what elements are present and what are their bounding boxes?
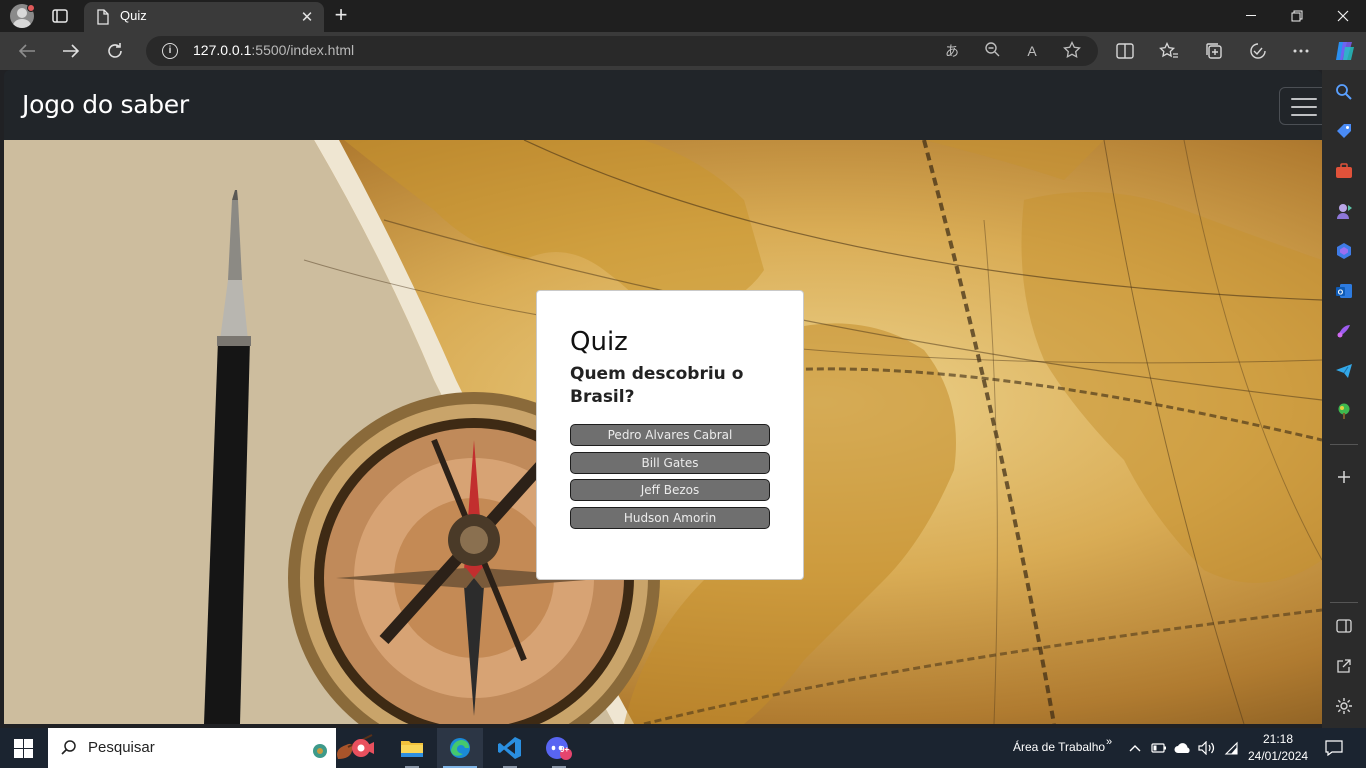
notifications-icon[interactable] [1324,740,1344,756]
sidebar-panel-icon[interactable] [1334,616,1354,636]
profile-notification-dot [27,4,35,12]
browser-essentials-icon[interactable] [1247,40,1269,62]
quiz-question: Quem descobriu o Brasil? [570,364,744,407]
tools-briefcase-icon[interactable] [1334,161,1354,181]
favorite-star-icon[interactable] [1062,40,1082,61]
translate-icon[interactable]: あ [942,41,962,61]
volume-icon[interactable] [1198,740,1216,756]
tab-title: Quiz [120,8,147,23]
search-placeholder: Pesquisar [88,739,155,756]
clock-time[interactable]: 21:18 [1263,732,1293,746]
answer-button[interactable]: Pedro Alvares Cabral [570,424,770,446]
show-hidden-icons-icon[interactable] [1126,740,1144,756]
toolbar-chevron-icon[interactable]: » [1106,736,1112,748]
add-sidebar-app-icon[interactable] [1334,467,1354,487]
url-text: 127.0.0.1:5500/index.html [193,42,355,58]
quiz-card: Quiz Quem descobriu o Brasil? Pedro Alva… [536,290,804,580]
taskbar-discord-icon[interactable]: 9+ [536,728,582,768]
restore-icon[interactable] [1274,0,1320,32]
settings-gear-icon[interactable] [1334,696,1354,716]
outlook-icon[interactable]: O [1334,281,1354,301]
search-icon[interactable] [1334,82,1354,102]
search-icon [60,739,78,757]
close-window-icon[interactable] [1320,0,1366,32]
answer-button[interactable]: Bill Gates [570,452,770,474]
site-info-icon[interactable]: i [162,43,178,59]
sidebar-divider [1330,444,1358,445]
discord-badge: 9+ [560,745,570,754]
new-tab-icon[interactable]: + [330,4,352,26]
quiz-title: Quiz [570,327,628,357]
windows-start-icon[interactable] [14,739,33,758]
windows-taskbar: Pesquisar 9+ Área de Trabalho » 21:18 24… [0,728,1366,768]
edge-sidebar: O [1322,70,1366,728]
plant-app-icon[interactable] [1334,401,1354,421]
battery-icon[interactable] [1150,740,1168,756]
browser-toolbar: i 127.0.0.1:5500/index.html あ A [0,32,1366,70]
shopping-tag-icon[interactable] [1334,121,1354,141]
microsoft-365-icon[interactable] [1334,241,1354,261]
desktop-toolbar-label[interactable]: Área de Trabalho [1013,740,1105,754]
answer-button[interactable]: Jeff Bezos [570,479,770,501]
minimize-icon[interactable] [1228,0,1274,32]
tab-actions-icon[interactable] [50,7,70,25]
tab-quiz[interactable]: Quiz ✕ [84,2,324,32]
wifi-icon[interactable] [1222,740,1240,756]
refresh-icon[interactable] [100,36,130,66]
more-options-icon[interactable] [1290,40,1312,62]
taskbar-file-explorer-icon[interactable] [389,728,435,768]
clock-date[interactable]: 24/01/2024 [1248,749,1308,763]
close-tab-icon[interactable]: ✕ [298,8,316,26]
site-brand[interactable]: Jogo do saber [22,90,189,119]
navbar-toggler-hamburger-icon[interactable] [1279,87,1322,125]
copilot-icon[interactable] [1332,38,1358,64]
taskbar-vscode-icon[interactable] [487,728,533,768]
back-icon[interactable] [12,36,42,66]
send-telegram-icon[interactable] [1334,361,1354,381]
taskbar-screen-recorder-icon[interactable] [340,728,386,768]
browser-tab-strip: Quiz ✕ + [0,0,1366,32]
zoom-out-icon[interactable] [982,41,1002,61]
split-screen-icon[interactable] [1114,40,1136,62]
web-page: Jogo do saber Quiz Quem descobriu o Bras… [4,70,1322,724]
games-icon[interactable] [1334,201,1354,221]
read-aloud-icon[interactable]: A [1022,41,1042,61]
open-external-icon[interactable] [1334,656,1354,676]
answer-button[interactable]: Hudson Amorin [570,507,770,529]
forward-icon[interactable] [56,36,86,66]
taskbar-search-box[interactable]: Pesquisar [48,728,373,768]
favorites-icon[interactable] [1158,40,1180,62]
designer-icon[interactable] [1334,321,1354,341]
sidebar-divider [1330,602,1358,603]
address-bar[interactable]: i 127.0.0.1:5500/index.html あ A [146,36,1098,66]
page-icon [96,9,110,25]
onedrive-cloud-icon[interactable] [1174,740,1192,756]
taskbar-edge-icon[interactable] [437,728,483,768]
collections-icon[interactable] [1203,40,1225,62]
svg-text:O: O [1338,289,1344,296]
site-navbar: Jogo do saber [4,70,1322,140]
